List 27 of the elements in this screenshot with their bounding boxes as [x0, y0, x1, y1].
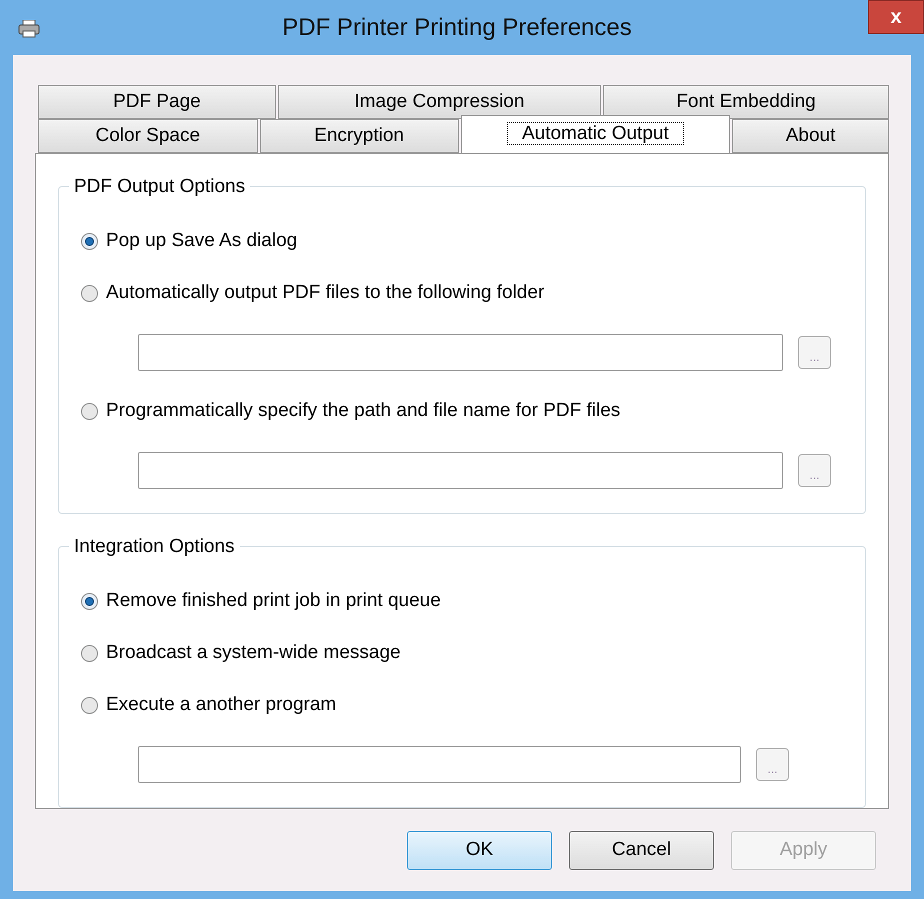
tab[interactable]: Font Embedding: [603, 85, 889, 119]
radio-label: Remove finished print job in print queue: [106, 588, 441, 613]
radio-label: Pop up Save As dialog: [106, 228, 298, 253]
tab[interactable]: Automatic Output: [460, 115, 730, 153]
path-field[interactable]: [138, 334, 783, 370]
path-field[interactable]: [138, 746, 741, 782]
window-title: PDF Printer Printing Preferences: [282, 12, 633, 42]
tab[interactable]: Color Space: [38, 119, 258, 153]
tab[interactable]: Image Compression: [278, 85, 602, 119]
radio-button[interactable]: [81, 592, 98, 610]
radio-label: Automatically output PDF files to the following folder: [106, 280, 544, 305]
radio-button[interactable]: [81, 232, 98, 250]
radio-label: Broadcast a system-wide message: [106, 640, 401, 665]
radio-label: Execute a another program: [106, 692, 336, 717]
tab[interactable]: Encryption: [260, 119, 459, 153]
dialog-button[interactable]: OK: [407, 831, 552, 870]
radio-button[interactable]: [81, 284, 98, 302]
radio-label: Programmatically specify the path and file name for PDF files: [106, 398, 620, 423]
printer-icon: [18, 20, 40, 38]
radio-button[interactable]: [81, 644, 98, 662]
radio-button[interactable]: [81, 696, 98, 714]
radio-button[interactable]: [81, 402, 98, 420]
path-field[interactable]: [138, 452, 783, 488]
close-button[interactable]: x: [868, 0, 924, 34]
tab[interactable]: About: [732, 119, 889, 153]
tab[interactable]: PDF Page: [38, 85, 276, 119]
dialog-button[interactable]: Cancel: [569, 831, 714, 870]
